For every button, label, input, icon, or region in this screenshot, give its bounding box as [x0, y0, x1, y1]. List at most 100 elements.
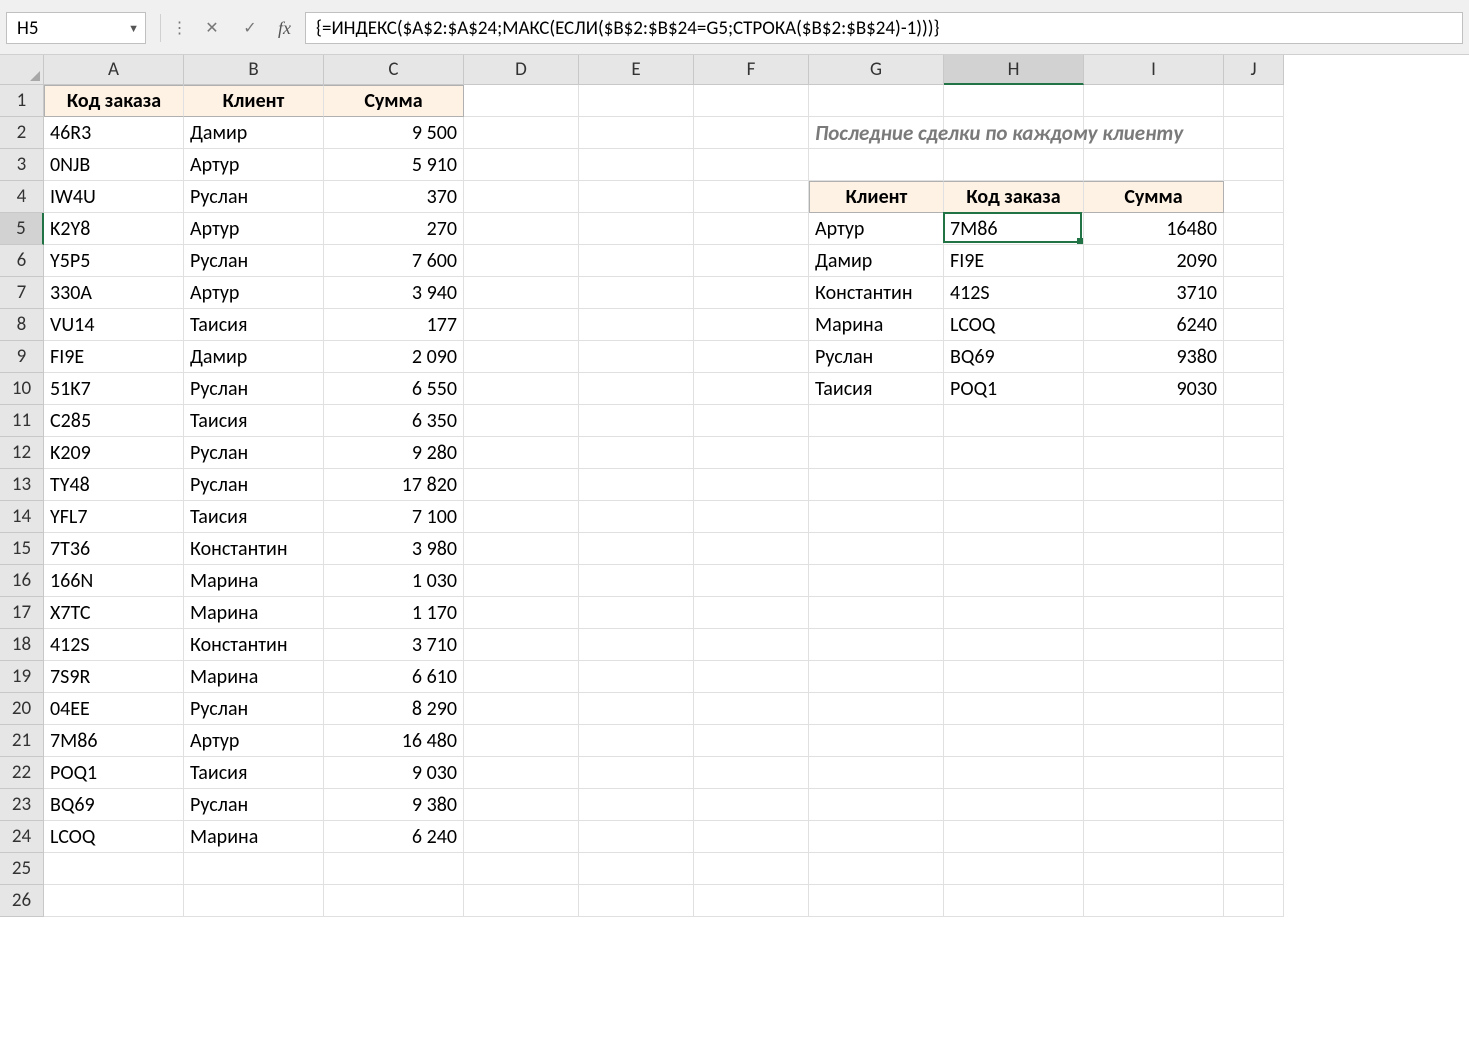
cell[interactable] [694, 373, 809, 405]
cell[interactable] [44, 885, 184, 917]
cell[interactable] [944, 405, 1084, 437]
cell[interactable]: 51K7 [44, 373, 184, 405]
cell[interactable] [944, 533, 1084, 565]
cell[interactable]: Марина [184, 661, 324, 693]
cell[interactable] [579, 661, 694, 693]
cell[interactable] [694, 213, 809, 245]
cell[interactable] [1084, 85, 1224, 117]
cell[interactable]: Марина [184, 565, 324, 597]
cell[interactable] [579, 565, 694, 597]
cell[interactable]: VU14 [44, 309, 184, 341]
cell[interactable] [579, 597, 694, 629]
cell[interactable] [579, 757, 694, 789]
cell[interactable] [694, 597, 809, 629]
cell[interactable] [464, 533, 579, 565]
cell[interactable]: FI9E [44, 341, 184, 373]
cell[interactable] [579, 437, 694, 469]
cell[interactable]: Константин [809, 277, 944, 309]
cell[interactable] [694, 501, 809, 533]
cell[interactable] [694, 309, 809, 341]
row-header[interactable]: 6 [0, 245, 44, 277]
cell[interactable]: Руслан [184, 437, 324, 469]
cell[interactable] [464, 501, 579, 533]
cell[interactable] [464, 853, 579, 885]
cell[interactable]: 6 610 [324, 661, 464, 693]
cell[interactable] [1084, 469, 1224, 501]
row-header[interactable]: 23 [0, 789, 44, 821]
cell[interactable] [1224, 245, 1284, 277]
cell[interactable] [694, 565, 809, 597]
cell[interactable]: 2090 [1084, 245, 1224, 277]
cell[interactable]: BQ69 [944, 341, 1084, 373]
column-header[interactable]: E [579, 55, 694, 85]
cell[interactable]: X7TC [44, 597, 184, 629]
cell[interactable] [464, 661, 579, 693]
cell[interactable] [1224, 117, 1284, 149]
row-header[interactable]: 10 [0, 373, 44, 405]
cell[interactable]: Артур [809, 213, 944, 245]
cell[interactable] [809, 437, 944, 469]
cell[interactable] [1084, 629, 1224, 661]
row-header[interactable]: 16 [0, 565, 44, 597]
row-header[interactable]: 15 [0, 533, 44, 565]
cell[interactable]: Таисия [184, 757, 324, 789]
cell[interactable] [579, 725, 694, 757]
cell[interactable] [1224, 469, 1284, 501]
cell[interactable]: Таисия [184, 309, 324, 341]
cell[interactable] [944, 597, 1084, 629]
cell[interactable] [1084, 725, 1224, 757]
cell[interactable] [944, 789, 1084, 821]
cell[interactable]: Руслан [184, 469, 324, 501]
cell[interactable] [694, 661, 809, 693]
cell[interactable] [1084, 597, 1224, 629]
cell[interactable] [809, 469, 944, 501]
cell[interactable] [809, 501, 944, 533]
cell[interactable] [1224, 181, 1284, 213]
cell[interactable]: Артур [184, 277, 324, 309]
cell[interactable]: Дамир [809, 245, 944, 277]
cell[interactable]: IW4U [44, 181, 184, 213]
cell[interactable] [809, 597, 944, 629]
cell[interactable]: 270 [324, 213, 464, 245]
cell[interactable]: 46R3 [44, 117, 184, 149]
column-header[interactable]: A [44, 55, 184, 85]
cell[interactable] [579, 373, 694, 405]
row-header[interactable]: 18 [0, 629, 44, 661]
cell[interactable] [809, 885, 944, 917]
cell[interactable] [1224, 373, 1284, 405]
cell[interactable] [1084, 501, 1224, 533]
cell[interactable] [944, 725, 1084, 757]
cell[interactable] [1224, 629, 1284, 661]
cell[interactable] [809, 757, 944, 789]
cell[interactable]: 6240 [1084, 309, 1224, 341]
cell[interactable] [694, 437, 809, 469]
cell[interactable] [579, 341, 694, 373]
cell[interactable] [809, 661, 944, 693]
cell[interactable]: 6 240 [324, 821, 464, 853]
cell[interactable]: Артур [184, 149, 324, 181]
formula-input[interactable]: {=ИНДЕКС($A$2:$A$24;МАКС(ЕСЛИ($B$2:$B$24… [305, 12, 1463, 44]
cell[interactable] [694, 789, 809, 821]
cell[interactable]: LCOQ [44, 821, 184, 853]
cell[interactable] [464, 693, 579, 725]
cell[interactable] [694, 277, 809, 309]
cell[interactable]: 3 940 [324, 277, 464, 309]
cell[interactable] [694, 629, 809, 661]
cell[interactable] [694, 757, 809, 789]
cell[interactable]: Таисия [184, 405, 324, 437]
cell[interactable] [464, 309, 579, 341]
accept-formula-icon[interactable]: ✓ [236, 14, 264, 42]
cell[interactable]: 9 280 [324, 437, 464, 469]
cell[interactable]: 16 480 [324, 725, 464, 757]
cell[interactable] [579, 309, 694, 341]
cell[interactable] [1084, 533, 1224, 565]
cell[interactable]: Таисия [184, 501, 324, 533]
cell[interactable] [694, 117, 809, 149]
row-header[interactable]: 5 [0, 213, 44, 245]
cell[interactable] [809, 725, 944, 757]
cell[interactable] [579, 789, 694, 821]
cell[interactable] [1224, 789, 1284, 821]
cell[interactable]: Код заказа [944, 181, 1084, 213]
cell[interactable] [464, 85, 579, 117]
cell[interactable] [464, 597, 579, 629]
